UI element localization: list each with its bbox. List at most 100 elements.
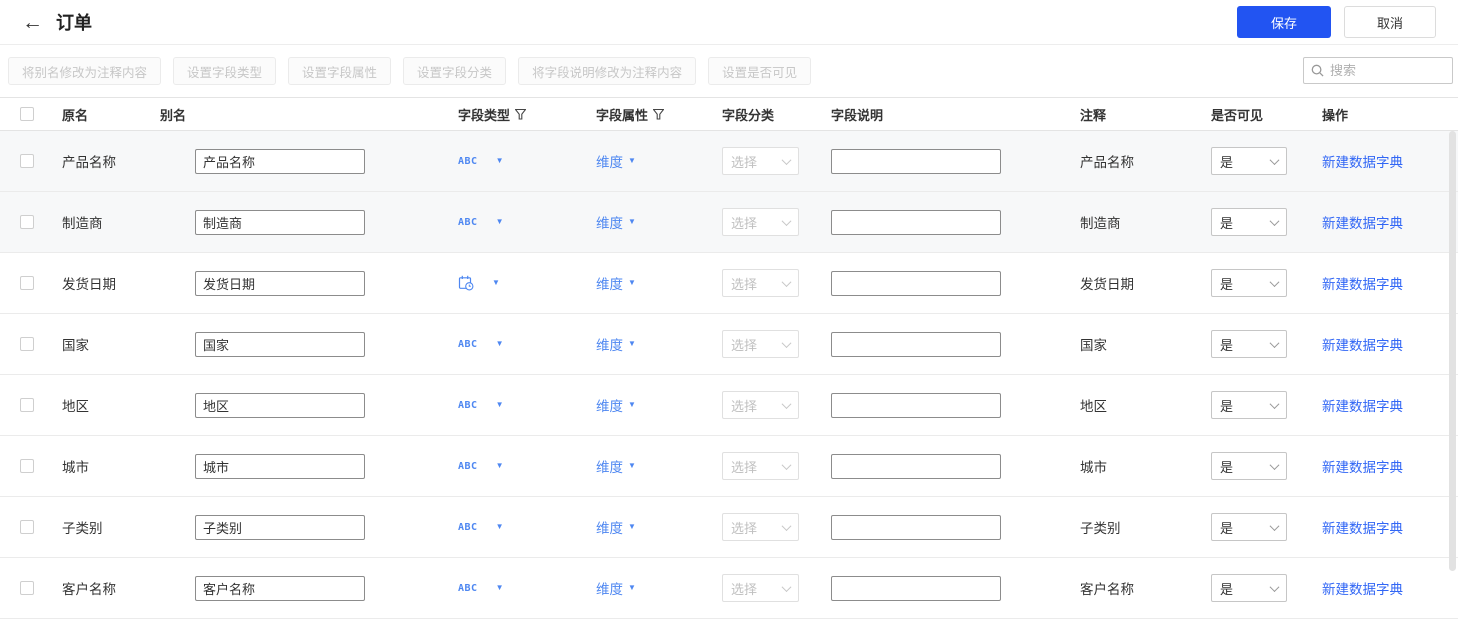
set-description-to-comment-button[interactable]: 将字段说明修改为注释内容 <box>518 57 696 85</box>
field-category-select[interactable]: 选择 <box>722 391 799 419</box>
alias-input[interactable] <box>195 576 365 601</box>
field-category-select[interactable]: 选择 <box>722 452 799 480</box>
table-row: 产品名称 ABC ▼ 维度 ▼ 选择 <box>0 131 1458 192</box>
set-field-category-button[interactable]: 设置字段分类 <box>403 57 506 85</box>
alias-input[interactable] <box>195 149 365 174</box>
field-attr-dropdown-caret[interactable]: ▼ <box>628 462 636 470</box>
field-type-dropdown-caret[interactable]: ▼ <box>492 279 500 287</box>
new-data-dictionary-link[interactable]: 新建数据字典 <box>1322 338 1403 353</box>
visible-value: 是 <box>1220 396 1233 415</box>
new-data-dictionary-link[interactable]: 新建数据字典 <box>1322 399 1403 414</box>
new-data-dictionary-link[interactable]: 新建数据字典 <box>1322 155 1403 170</box>
field-category-select[interactable]: 选择 <box>722 147 799 175</box>
field-attr-dropdown-caret[interactable]: ▼ <box>628 401 636 409</box>
field-type-abc-icon[interactable]: ABC <box>458 217 478 228</box>
new-data-dictionary-link[interactable]: 新建数据字典 <box>1322 460 1403 475</box>
field-description-input[interactable] <box>831 210 1001 235</box>
field-type-dropdown-caret[interactable]: ▼ <box>496 462 504 470</box>
row-checkbox[interactable] <box>20 398 34 412</box>
field-attr-dropdown-caret[interactable]: ▼ <box>628 340 636 348</box>
alias-input[interactable] <box>195 393 365 418</box>
alias-input[interactable] <box>195 454 365 479</box>
field-type-dropdown-caret[interactable]: ▼ <box>496 157 504 165</box>
row-checkbox[interactable] <box>20 459 34 473</box>
field-type-abc-icon[interactable]: ABC <box>458 339 478 350</box>
field-type-abc-icon[interactable]: ABC <box>458 583 478 594</box>
field-attr-value[interactable]: 维度 <box>596 151 623 171</box>
field-type-abc-icon[interactable]: ABC <box>458 156 478 167</box>
field-type-filter-icon[interactable] <box>515 109 526 120</box>
select-all-checkbox[interactable] <box>20 107 34 121</box>
field-category-select[interactable]: 选择 <box>722 330 799 358</box>
visible-select[interactable]: 是 <box>1211 574 1287 602</box>
row-checkbox[interactable] <box>20 520 34 534</box>
visible-select[interactable]: 是 <box>1211 330 1287 358</box>
set-field-type-button[interactable]: 设置字段类型 <box>173 57 276 85</box>
row-checkbox[interactable] <box>20 581 34 595</box>
vertical-scrollbar[interactable] <box>1449 131 1456 571</box>
field-description-input[interactable] <box>831 271 1001 296</box>
visible-select[interactable]: 是 <box>1211 513 1287 541</box>
field-description-input[interactable] <box>831 515 1001 540</box>
field-description-input[interactable] <box>831 454 1001 479</box>
search-box[interactable] <box>1303 57 1453 84</box>
alias-input[interactable] <box>195 332 365 357</box>
back-arrow-icon[interactable]: ← <box>22 12 43 33</box>
new-data-dictionary-link[interactable]: 新建数据字典 <box>1322 582 1403 597</box>
set-visibility-button[interactable]: 设置是否可见 <box>708 57 811 85</box>
row-checkbox[interactable] <box>20 337 34 351</box>
row-checkbox[interactable] <box>20 215 34 229</box>
field-attr-value[interactable]: 维度 <box>596 273 623 293</box>
field-category-select[interactable]: 选择 <box>722 574 799 602</box>
field-category-select[interactable]: 选择 <box>722 513 799 541</box>
field-type-dropdown-caret[interactable]: ▼ <box>496 340 504 348</box>
visible-select[interactable]: 是 <box>1211 208 1287 236</box>
field-description-input[interactable] <box>831 332 1001 357</box>
row-checkbox[interactable] <box>20 154 34 168</box>
field-type-abc-icon[interactable]: ABC <box>458 461 478 472</box>
field-type-dropdown-caret[interactable]: ▼ <box>496 401 504 409</box>
field-attr-dropdown-caret[interactable]: ▼ <box>628 523 636 531</box>
comment-value: 发货日期 <box>1080 273 1210 293</box>
field-attr-value[interactable]: 维度 <box>596 334 623 354</box>
new-data-dictionary-link[interactable]: 新建数据字典 <box>1322 216 1403 231</box>
field-attr-filter-icon[interactable] <box>653 109 664 120</box>
field-type-dropdown-caret[interactable]: ▼ <box>496 584 504 592</box>
visible-select[interactable]: 是 <box>1211 391 1287 419</box>
field-description-input[interactable] <box>831 393 1001 418</box>
field-type-dropdown-caret[interactable]: ▼ <box>496 523 504 531</box>
save-button[interactable]: 保存 <box>1237 6 1331 38</box>
field-attr-dropdown-caret[interactable]: ▼ <box>628 584 636 592</box>
field-category-select[interactable]: 选择 <box>722 269 799 297</box>
set-field-attr-button[interactable]: 设置字段属性 <box>288 57 391 85</box>
field-attr-value[interactable]: 维度 <box>596 517 623 537</box>
field-attr-value[interactable]: 维度 <box>596 395 623 415</box>
new-data-dictionary-link[interactable]: 新建数据字典 <box>1322 521 1403 536</box>
field-category-placeholder: 选择 <box>731 518 757 537</box>
visible-select[interactable]: 是 <box>1211 452 1287 480</box>
field-attr-dropdown-caret[interactable]: ▼ <box>628 218 636 226</box>
field-description-input[interactable] <box>831 576 1001 601</box>
alias-input[interactable] <box>195 271 365 296</box>
new-data-dictionary-link[interactable]: 新建数据字典 <box>1322 277 1403 292</box>
original-name: 制造商 <box>62 212 160 232</box>
field-description-input[interactable] <box>831 149 1001 174</box>
field-attr-dropdown-caret[interactable]: ▼ <box>628 157 636 165</box>
cancel-button[interactable]: 取消 <box>1344 6 1436 38</box>
search-input[interactable] <box>1330 63 1440 78</box>
alias-input[interactable] <box>195 210 365 235</box>
field-attr-value[interactable]: 维度 <box>596 212 623 232</box>
field-type-dropdown-caret[interactable]: ▼ <box>496 218 504 226</box>
field-type-date-icon[interactable] <box>458 275 474 291</box>
field-type-abc-icon[interactable]: ABC <box>458 522 478 533</box>
visible-select[interactable]: 是 <box>1211 147 1287 175</box>
field-attr-dropdown-caret[interactable]: ▼ <box>628 279 636 287</box>
field-attr-value[interactable]: 维度 <box>596 456 623 476</box>
field-category-select[interactable]: 选择 <box>722 208 799 236</box>
visible-select[interactable]: 是 <box>1211 269 1287 297</box>
field-attr-value[interactable]: 维度 <box>596 578 623 598</box>
field-type-abc-icon[interactable]: ABC <box>458 400 478 411</box>
row-checkbox[interactable] <box>20 276 34 290</box>
alias-input[interactable] <box>195 515 365 540</box>
set-alias-to-comment-button[interactable]: 将别名修改为注释内容 <box>8 57 161 85</box>
